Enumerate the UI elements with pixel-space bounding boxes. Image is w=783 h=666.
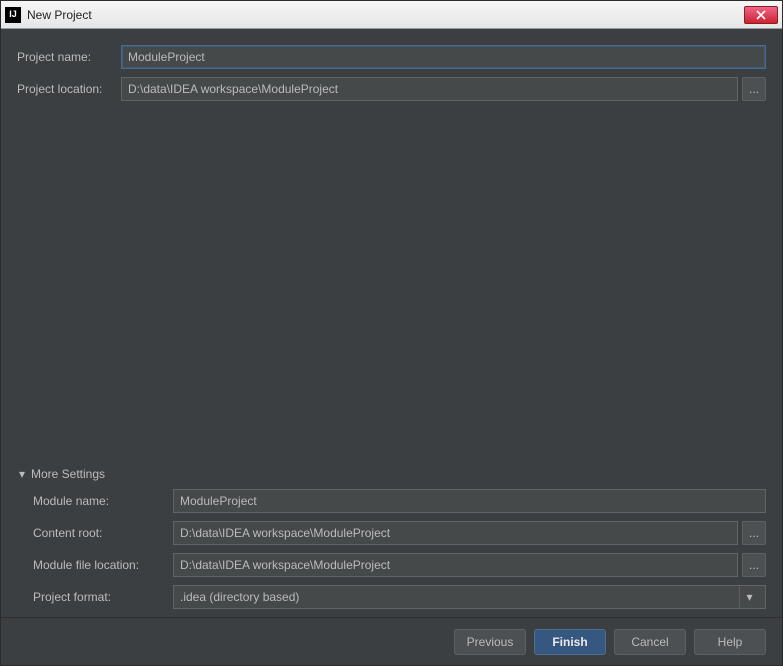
module-name-row: Module name: <box>33 489 766 513</box>
project-location-input[interactable] <box>121 77 738 101</box>
chevron-down-icon: ▾ <box>17 467 27 481</box>
project-format-label: Project format: <box>33 590 173 604</box>
app-icon: IJ <box>5 7 21 23</box>
dialog-footer: Previous Finish Cancel Help <box>1 617 782 665</box>
project-format-row: Project format: .idea (directory based) … <box>33 585 766 609</box>
window-title: New Project <box>27 8 744 22</box>
project-format-select[interactable]: .idea (directory based) ▾ <box>173 585 766 609</box>
module-file-location-browse-button[interactable]: ... <box>742 553 766 577</box>
content-root-input[interactable] <box>173 521 738 545</box>
help-button[interactable]: Help <box>694 629 766 655</box>
project-name-input[interactable] <box>121 45 766 69</box>
spacer <box>17 109 766 467</box>
previous-button[interactable]: Previous <box>454 629 526 655</box>
project-name-row: Project name: <box>17 45 766 69</box>
content-root-browse-button[interactable]: ... <box>742 521 766 545</box>
cancel-button[interactable]: Cancel <box>614 629 686 655</box>
project-location-browse-button[interactable]: ... <box>742 77 766 101</box>
content-root-label: Content root: <box>33 526 173 540</box>
close-icon <box>756 10 766 20</box>
module-name-label: Module name: <box>33 494 173 508</box>
project-format-value: .idea (directory based) <box>180 590 299 604</box>
content-root-row: Content root: ... <box>33 521 766 545</box>
finish-button[interactable]: Finish <box>534 629 606 655</box>
dialog-content: Project name: Project location: ... ▾ Mo… <box>1 29 782 617</box>
project-location-row: Project location: ... <box>17 77 766 101</box>
more-settings-toggle[interactable]: ▾ More Settings <box>17 467 766 481</box>
more-settings-label: More Settings <box>31 467 105 481</box>
project-name-label: Project name: <box>17 50 121 64</box>
chevron-down-icon: ▾ <box>739 586 759 608</box>
more-settings-panel: Module name: Content root: ... Module fi… <box>17 489 766 617</box>
module-name-input[interactable] <box>173 489 766 513</box>
module-file-location-label: Module file location: <box>33 558 173 572</box>
titlebar: IJ New Project <box>1 1 782 29</box>
module-file-location-row: Module file location: ... <box>33 553 766 577</box>
module-file-location-input[interactable] <box>173 553 738 577</box>
project-location-label: Project location: <box>17 82 121 96</box>
close-button[interactable] <box>744 6 778 24</box>
